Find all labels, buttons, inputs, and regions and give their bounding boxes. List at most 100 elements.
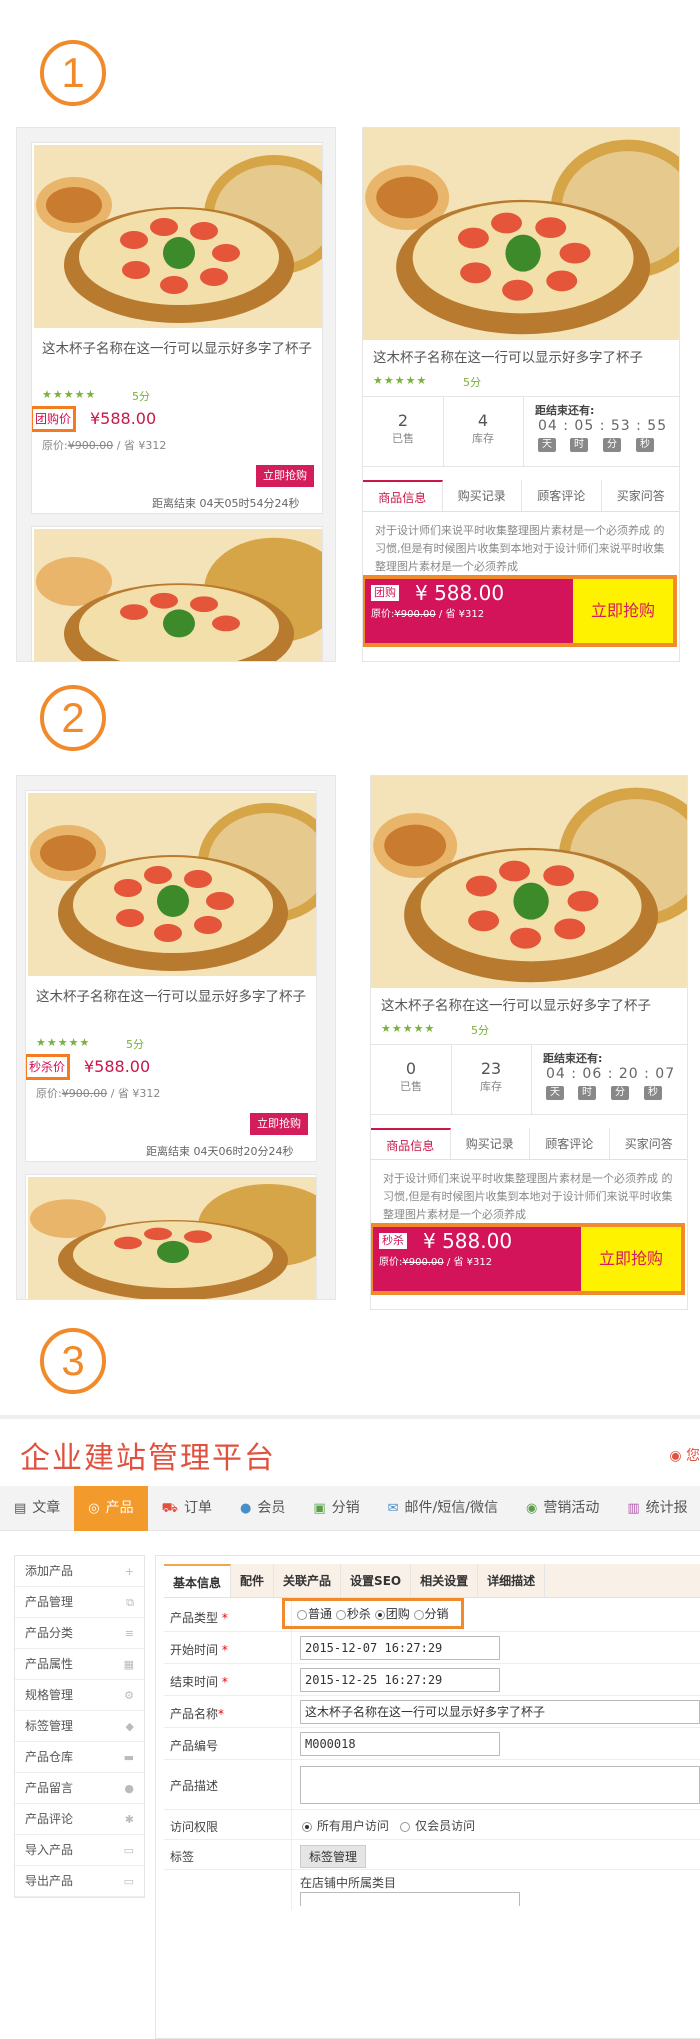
radio-distribution[interactable] — [413, 1609, 424, 1620]
tab-purchase-records[interactable]: 购买记录 — [451, 1128, 530, 1159]
product-card-2[interactable] — [31, 526, 323, 661]
sidebar-item-product-manage[interactable]: 产品管理 ⧉ — [15, 1587, 144, 1618]
product-card[interactable]: 这木杯子名称在这一行可以显示好多字了杯子 ★★★★★ 5分 团购价 ¥588.0… — [31, 142, 323, 514]
field-access: 访问权限 所有用户访问 仅会员访问 — [164, 1810, 700, 1840]
countdown-numbers: 04 : 06 : 20 : 07 — [546, 1066, 676, 1082]
sidebar-item-messages[interactable]: 产品留言 ● — [15, 1773, 144, 1804]
location-icon: ◎ — [88, 1501, 100, 1516]
tab-detail-desc[interactable]: 详细描述 — [478, 1564, 546, 1597]
admin-logo: 企业建站管理平台 — [20, 1441, 276, 1476]
end-time-input[interactable]: 2015-12-25 16:27:29 — [300, 1668, 500, 1692]
tab-seo[interactable]: 设置SEO — [341, 1564, 412, 1597]
user-circle-icon: ◉ — [669, 1448, 682, 1464]
sidebar-item-label: 标签管理 — [25, 1719, 74, 1733]
tab-qa[interactable]: 买家问答 — [602, 480, 680, 511]
product-image[interactable] — [34, 145, 322, 328]
nav-label: 产品 — [105, 1500, 134, 1516]
detail-tabs: 商品信息 购买记录 顾客评论 买家问答 — [371, 1128, 688, 1160]
nav-distribution[interactable]: ▣ 分销 — [299, 1486, 373, 1531]
product-code-input[interactable]: M000018 — [300, 1732, 500, 1756]
tab-reviews[interactable]: 顾客评论 — [530, 1128, 610, 1159]
tag-manage-button[interactable]: 标签管理 — [300, 1845, 367, 1868]
nav-member[interactable]: ● 会员 — [226, 1486, 299, 1531]
nav-label: 会员 — [257, 1500, 286, 1516]
product-title[interactable]: 这木杯子名称在这一行可以显示好多字了杯子 — [42, 339, 317, 359]
radio-group-buy[interactable] — [374, 1609, 385, 1620]
sidebar-item-reviews[interactable]: 产品评论 ✱ — [15, 1804, 144, 1835]
sidebar-item-import[interactable]: 导入产品 ▭ — [15, 1835, 144, 1866]
nav-article[interactable]: ▤ 文章 — [0, 1486, 74, 1531]
sidebar-item-add-product[interactable]: 添加产品 + — [15, 1556, 144, 1587]
buy-bar-original: 原价:¥900.00 / 省 ¥312 — [371, 605, 484, 620]
sold-count: 0 — [405, 1059, 417, 1078]
field-product-desc: 产品描述 — [164, 1760, 700, 1810]
review-icon: ✱ — [124, 1813, 134, 1826]
tab-related[interactable]: 关联产品 — [274, 1564, 342, 1597]
product-card-2[interactable] — [25, 1174, 317, 1299]
sold-stat: 0 已售 — [371, 1059, 451, 1094]
product-name-input[interactable]: 这木杯子名称在这一行可以显示好多字了杯子 — [300, 1700, 700, 1724]
buy-bar-orig-value: ¥900.00 — [402, 1257, 444, 1268]
countdown-label: 距结束还有: — [543, 1052, 603, 1065]
buy-bar-button[interactable]: 立即抢购 — [573, 579, 673, 643]
nav-messages[interactable]: ✉ 邮件/短信/微信 — [374, 1486, 512, 1531]
start-time-input[interactable]: 2015-12-07 16:27:29 — [300, 1636, 500, 1660]
sidebar-item-label: 产品留言 — [25, 1781, 74, 1795]
product-image-2[interactable] — [34, 529, 322, 661]
buy-now-button[interactable]: 立即抢购 — [256, 465, 314, 487]
sidebar-item-category[interactable]: 产品分类 ≡ — [15, 1618, 144, 1649]
sidebar-item-export[interactable]: 导出产品 ▭ — [15, 1866, 144, 1897]
product-card[interactable]: 这木杯子名称在这一行可以显示好多字了杯子 ★★★★★ 5分 秒杀价 ¥588.0… — [25, 790, 317, 1162]
buy-bar-button[interactable]: 立即抢购 — [581, 1227, 681, 1291]
buy-bar-tag: 团购 — [371, 585, 399, 601]
field-label: 产品类型 * — [170, 1609, 228, 1626]
tab-reviews[interactable]: 顾客评论 — [522, 480, 602, 511]
orig-label: 原价: — [42, 439, 68, 452]
category-select[interactable] — [300, 1892, 520, 1906]
tab-settings[interactable]: 相关设置 — [411, 1564, 479, 1597]
sidebar-item-label: 产品评论 — [25, 1812, 74, 1826]
nav-order[interactable]: ⛟ 订单 — [148, 1486, 226, 1531]
label-text: 产品名称 — [170, 1707, 219, 1721]
tab-accessories[interactable]: 配件 — [231, 1564, 275, 1597]
field-label: 结束时间 * — [170, 1673, 228, 1690]
product-desc-textarea[interactable] — [300, 1766, 700, 1804]
buy-bar-price-area: 团购 ¥ 588.00 原价:¥900.00 / 省 ¥312 — [365, 579, 573, 643]
buy-now-button[interactable]: 立即抢购 — [250, 1113, 308, 1135]
product-image[interactable] — [28, 793, 316, 976]
user-menu[interactable]: ◉ 您 — [669, 1445, 700, 1465]
product-image-2[interactable] — [28, 1177, 316, 1299]
sidebar-item-warehouse[interactable]: 产品仓库 ▬ — [15, 1742, 144, 1773]
tab-basic-info[interactable]: 基本信息 — [164, 1564, 232, 1597]
detail-image — [371, 776, 687, 988]
tab-purchase-records[interactable]: 购买记录 — [443, 480, 522, 511]
sidebar-item-tags[interactable]: 标签管理 ◆ — [15, 1711, 144, 1742]
radio-members-only[interactable] — [400, 1821, 411, 1832]
sidebar-item-label: 规格管理 — [25, 1688, 74, 1702]
nav-product[interactable]: ◎ 产品 — [74, 1486, 148, 1531]
article-icon: ▤ — [14, 1501, 27, 1516]
product-title[interactable]: 这木杯子名称在这一行可以显示好多字了杯子 — [36, 987, 311, 1007]
day-unit: 天 — [538, 438, 556, 452]
product-description: 对于设计师们来说平时收集整理图片素材是一个必须养成 的习惯,但是有时候图片收集到… — [375, 524, 665, 573]
sidebar-item-specs[interactable]: 规格管理 ⚙ — [15, 1680, 144, 1711]
tab-product-info[interactable]: 商品信息 — [371, 1128, 451, 1159]
detail-score: 5分 — [463, 376, 481, 389]
tab-product-info[interactable]: 商品信息 — [363, 480, 443, 511]
field-end-time: 结束时间 * 2015-12-25 16:27:29 — [164, 1664, 700, 1696]
admin-sidebar: 添加产品 + 产品管理 ⧉ 产品分类 ≡ 产品属性 ▦ 规格管理 ⚙ 标签管理 ◆ 产品仓库… — [14, 1555, 145, 1898]
countdown-numbers: 04 : 05 : 53 : 55 — [538, 418, 668, 434]
admin-header: 企业建站管理平台 ◉ 您 — [0, 1415, 700, 1480]
tab-qa[interactable]: 买家问答 — [610, 1128, 688, 1159]
radio-label: 分销 — [424, 1607, 449, 1621]
original-price: 原价:¥900.00 / 省 ¥312 — [36, 1085, 160, 1101]
sidebar-item-attributes[interactable]: 产品属性 ▦ — [15, 1649, 144, 1680]
nav-marketing[interactable]: ◉ 营销活动 — [512, 1486, 613, 1531]
radio-normal[interactable] — [297, 1609, 307, 1620]
radio-flash-sale[interactable] — [335, 1609, 346, 1620]
rating-score: 5分 — [132, 390, 150, 403]
divider — [531, 1044, 532, 1114]
radio-all-users[interactable] — [302, 1821, 312, 1832]
nav-stats[interactable]: ▥ 统计报 — [613, 1486, 700, 1531]
save-amount: / 省 ¥312 — [110, 1087, 161, 1100]
